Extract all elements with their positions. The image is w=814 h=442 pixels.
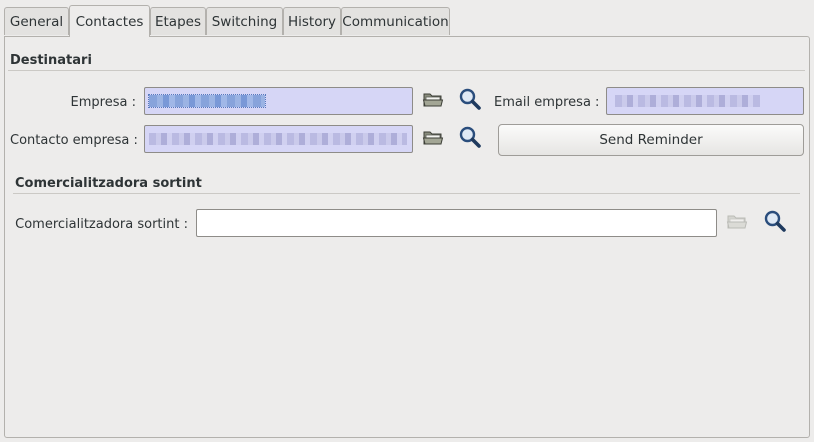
contacto-empresa-label: Contacto empresa : (10, 133, 138, 148)
search-icon (458, 125, 482, 153)
tab-label: Switching (211, 13, 278, 30)
email-empresa-field[interactable] (606, 87, 804, 115)
tab-label: History (287, 13, 337, 30)
tab-label: Communication (342, 13, 449, 30)
tab-switching[interactable]: Switching (206, 7, 283, 35)
tab-communication[interactable]: Communication (341, 7, 450, 35)
section-separator (8, 70, 805, 71)
send-reminder-button[interactable]: Send Reminder (498, 124, 804, 156)
redacted-text (148, 94, 266, 108)
tab-contactes[interactable]: Contactes (69, 5, 150, 37)
contacto-search-button[interactable] (457, 126, 483, 152)
redacted-text (149, 133, 407, 145)
tab-history[interactable]: History (283, 7, 341, 35)
tab-general[interactable]: General (4, 7, 69, 35)
tab-label: Contactes (75, 13, 144, 30)
tab-label: General (9, 13, 64, 30)
empresa-label: Empresa : (70, 95, 136, 110)
contacto-empresa-field[interactable] (144, 125, 413, 153)
empresa-field[interactable] (144, 87, 413, 115)
folder-open-icon (422, 128, 444, 150)
search-icon (763, 209, 787, 237)
tab-label: Etapes (154, 13, 201, 30)
send-reminder-label: Send Reminder (599, 132, 703, 148)
section-title-comercialitzadora: Comercialitzadora sortint (15, 176, 202, 191)
search-icon (458, 87, 482, 115)
redacted-text (615, 95, 760, 107)
comercialitzadora-field[interactable] (196, 209, 717, 237)
tab-etapes[interactable]: Etapes (150, 7, 206, 35)
contacto-open-button[interactable] (420, 126, 446, 152)
comercialitzadora-open-button[interactable] (724, 210, 750, 236)
empresa-search-button[interactable] (457, 88, 483, 114)
section-separator (13, 193, 800, 194)
comercialitzadora-label: Comercialitzadora sortint : (15, 217, 188, 232)
empresa-open-button[interactable] (420, 88, 446, 114)
folder-open-icon (726, 212, 748, 234)
comercialitzadora-search-button[interactable] (762, 210, 788, 236)
section-title-destinatari: Destinatari (10, 53, 92, 68)
folder-open-icon (422, 90, 444, 112)
email-empresa-label: Email empresa : (494, 95, 600, 110)
